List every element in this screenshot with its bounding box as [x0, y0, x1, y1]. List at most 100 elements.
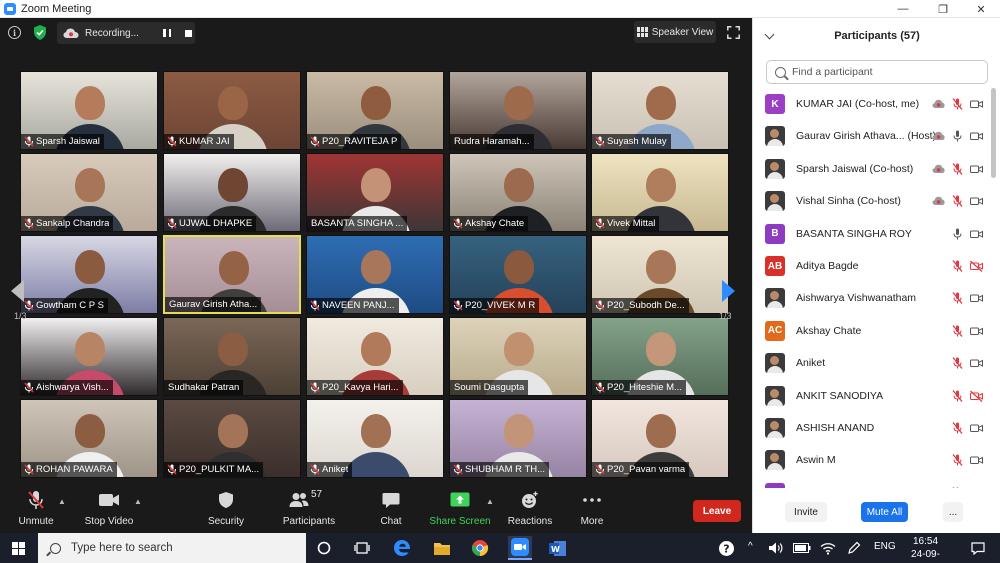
stop-recording-button[interactable]	[185, 29, 192, 37]
video-tile[interactable]: P20_VIVEK M R	[449, 235, 587, 314]
video-on-icon[interactable]	[970, 130, 983, 142]
participant-search-box[interactable]	[766, 60, 988, 84]
speaker-view-button[interactable]: Speaker View	[634, 21, 716, 43]
chrome-browser-icon[interactable]	[470, 539, 490, 557]
video-off-icon[interactable]	[970, 390, 983, 402]
video-tile[interactable]: NAVEEN PANJ...	[306, 235, 444, 314]
video-tile[interactable]: P20_Kavya Hari...	[306, 317, 444, 396]
video-tile[interactable]: Sparsh Jaiswal	[20, 71, 158, 150]
video-on-icon[interactable]	[970, 292, 983, 304]
participant-row[interactable]: Aishwarya Vishwanatham	[753, 282, 993, 314]
pen-icon[interactable]	[844, 539, 864, 557]
video-on-icon[interactable]	[970, 228, 983, 240]
zoom-app-icon[interactable]	[508, 536, 532, 560]
video-tile[interactable]: P20_Hiteshie M...	[591, 317, 729, 396]
video-tile[interactable]: P20_RAVITEJA P	[306, 71, 444, 150]
windows-start-icon[interactable]	[12, 542, 25, 555]
show-hidden-icons-icon[interactable]: ^	[748, 541, 753, 552]
participant-row[interactable]: K KUMAR JAI (Co-host, me)	[753, 88, 993, 120]
participant-row[interactable]: ANKIT SANODIYA	[753, 380, 993, 412]
word-app-icon[interactable]: W	[548, 539, 568, 557]
video-on-icon[interactable]	[970, 98, 983, 110]
wifi-icon[interactable]	[818, 539, 838, 557]
video-options-caret-icon[interactable]: ▲	[134, 497, 142, 506]
participant-row[interactable]: Aniket	[753, 347, 993, 379]
chat-button[interactable]: Chat	[374, 489, 408, 527]
notifications-icon[interactable]	[968, 539, 988, 557]
pause-recording-button[interactable]	[163, 29, 171, 37]
panel-more-button[interactable]: ...	[943, 502, 963, 522]
video-tile[interactable]: Suyash Mulay	[591, 71, 729, 150]
microphone-icon[interactable]	[951, 130, 964, 142]
help-icon[interactable]: ?	[716, 539, 736, 557]
video-tile[interactable]: P20_PULKIT MA...	[163, 399, 301, 478]
video-tile[interactable]: BASANTA SINGHA ...	[306, 153, 444, 232]
video-on-icon[interactable]	[970, 195, 983, 207]
muted-microphone-icon[interactable]	[951, 260, 964, 272]
video-tile[interactable]: P20_Pavan varma	[591, 399, 729, 478]
video-tile[interactable]: ROHAN PAWARA	[20, 399, 158, 478]
mute-all-button[interactable]: Mute All	[861, 502, 908, 522]
participant-row[interactable]: Aswin M	[753, 444, 993, 476]
video-tile[interactable]: KUMAR JAI	[163, 71, 301, 150]
encryption-shield-icon[interactable]	[33, 25, 47, 40]
share-screen-button[interactable]: Share Screen	[429, 489, 491, 527]
previous-page-arrow-icon[interactable]	[11, 280, 24, 302]
video-on-icon[interactable]	[970, 325, 983, 337]
participants-button[interactable]: 57 Participants	[282, 489, 336, 527]
video-on-icon[interactable]	[970, 422, 983, 434]
cortana-icon[interactable]	[314, 539, 334, 557]
video-on-icon[interactable]	[970, 357, 983, 369]
meeting-info-icon[interactable]: i	[8, 26, 21, 39]
muted-microphone-icon[interactable]	[951, 162, 964, 175]
video-tile[interactable]: Aniket	[306, 399, 444, 478]
participant-row[interactable]: Gaurav Girish Athava... (Host)	[753, 120, 993, 152]
muted-microphone-icon[interactable]	[951, 454, 964, 467]
muted-microphone-icon[interactable]	[951, 292, 964, 305]
muted-microphone-icon[interactable]	[951, 389, 964, 402]
stop-video-button[interactable]: Stop Video	[82, 489, 136, 527]
video-on-icon[interactable]	[970, 487, 983, 488]
muted-microphone-icon[interactable]	[951, 324, 964, 337]
system-clock[interactable]: 16:54 24-09-2020	[903, 535, 948, 563]
input-language[interactable]: ENG	[874, 541, 896, 552]
next-page-arrow-icon[interactable]	[722, 280, 735, 302]
microphone-icon[interactable]	[951, 228, 964, 240]
unmute-button[interactable]: Unmute	[16, 489, 56, 527]
participant-row[interactable]: B BASANTA SINGHA ROY	[753, 218, 993, 250]
video-tile[interactable]: Aishwarya Vish...	[20, 317, 158, 396]
security-button[interactable]: Security	[206, 489, 246, 527]
battery-icon[interactable]	[792, 539, 812, 557]
leave-meeting-button[interactable]: Leave	[693, 500, 741, 522]
participant-row[interactable]: AC Akshay Chate	[753, 315, 993, 347]
file-explorer-icon[interactable]	[432, 539, 452, 557]
video-tile[interactable]: Soumi Dasgupta	[449, 317, 587, 396]
restore-button[interactable]: ❐	[928, 0, 958, 18]
volume-icon[interactable]	[766, 539, 786, 557]
minimize-button[interactable]: —	[888, 0, 918, 18]
invite-button[interactable]: Invite	[785, 502, 827, 522]
audio-options-caret-icon[interactable]: ▲	[58, 497, 66, 506]
participant-row[interactable]: Vishal Sinha (Co-host)	[753, 185, 993, 217]
more-button[interactable]: More	[576, 489, 608, 527]
participant-row[interactable]: AB Aditya Bagde	[753, 250, 993, 282]
close-button[interactable]: ✕	[966, 0, 996, 18]
fullscreen-icon[interactable]	[727, 26, 740, 39]
video-on-icon[interactable]	[970, 454, 983, 466]
video-tile[interactable]: Gaurav Girish Atha...	[163, 235, 301, 314]
participant-list-scrollbar[interactable]	[991, 88, 996, 178]
video-off-icon[interactable]	[970, 260, 983, 272]
edge-browser-icon[interactable]	[392, 539, 412, 557]
muted-microphone-icon[interactable]	[951, 486, 964, 488]
muted-microphone-icon[interactable]	[951, 98, 964, 110]
video-tile[interactable]: Gowtham C P S	[20, 235, 158, 314]
share-options-caret-icon[interactable]: ▲	[486, 497, 494, 506]
reactions-button[interactable]: Reactions	[507, 489, 553, 527]
video-tile[interactable]: UJWAL DHAPKE	[163, 153, 301, 232]
muted-microphone-icon[interactable]	[951, 195, 964, 208]
video-tile[interactable]: P20_Subodh De...	[591, 235, 729, 314]
taskbar-search-box[interactable]: Type here to search	[38, 533, 306, 563]
video-tile[interactable]: Sudhakar Patran	[163, 317, 301, 396]
video-tile[interactable]: Rudra Haramah...	[449, 71, 587, 150]
task-view-icon[interactable]	[352, 539, 372, 557]
